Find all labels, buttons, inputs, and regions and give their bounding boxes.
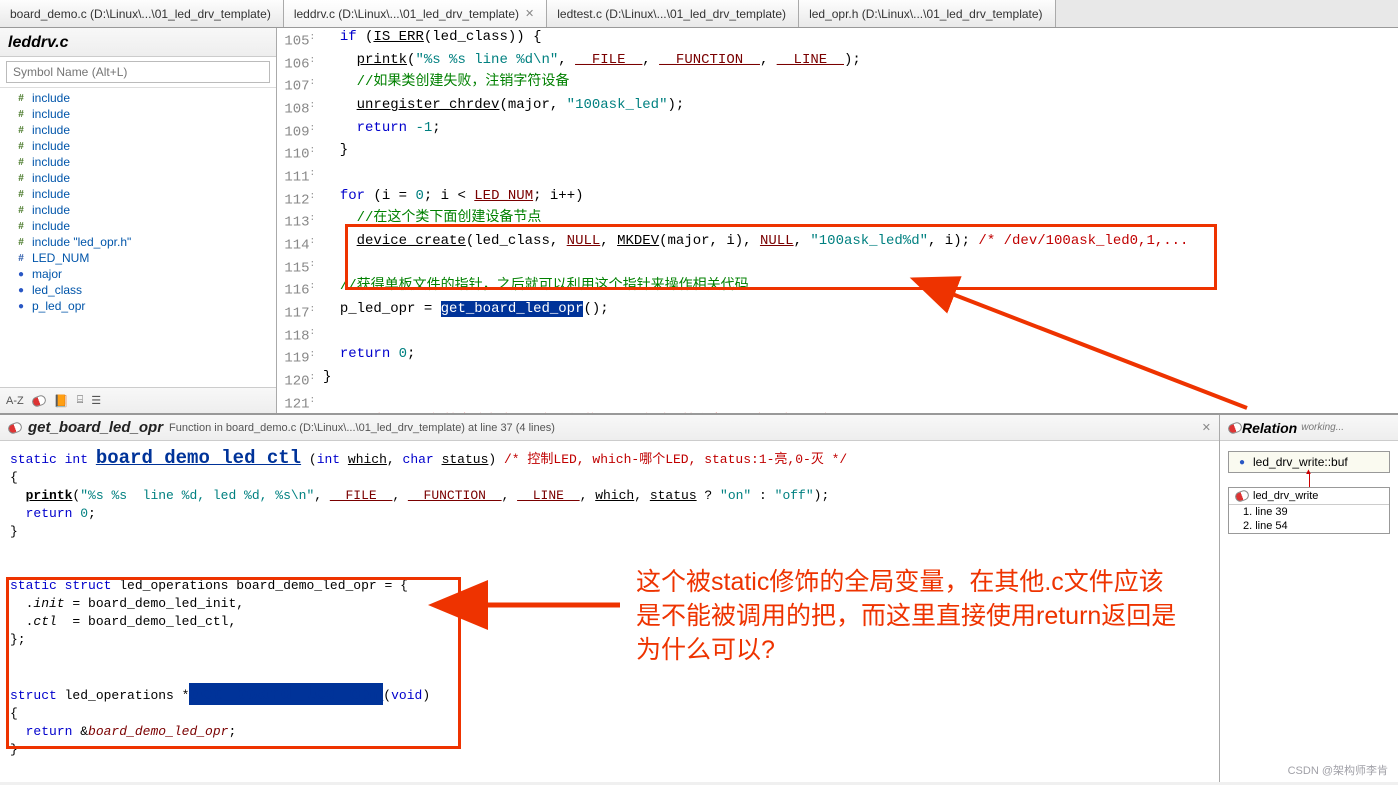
- symbol-item[interactable]: include "led_opr.h": [0, 234, 276, 250]
- sidebar-toolbar: A-Z: [0, 387, 276, 413]
- symbol-list[interactable]: include include include include include …: [0, 87, 276, 387]
- function-icon: [1234, 489, 1251, 503]
- code-line[interactable]: 114: device_create(led_class, NULL, MKDE…: [277, 232, 1398, 255]
- include-icon: [14, 155, 28, 169]
- include-icon: [14, 123, 28, 137]
- close-icon[interactable]: ✕: [525, 7, 534, 20]
- relation-list: led_drv_write 1. line 39 2. line 54: [1228, 487, 1390, 534]
- function-icon: [7, 420, 24, 434]
- symbol-item[interactable]: major: [0, 266, 276, 282]
- context-subtitle: Function in board_demo.c (D:\Linux\...\0…: [169, 422, 555, 434]
- sidebar-title: leddrv.c: [0, 28, 276, 57]
- top-panel: leddrv.c include include include include…: [0, 28, 1398, 413]
- symbol-item[interactable]: include: [0, 138, 276, 154]
- code-line[interactable]: 110: }: [277, 141, 1398, 164]
- variable-icon: [14, 299, 28, 313]
- code-line[interactable]: 116: //获得单板文件的指针，之后就可以利用这个指针来操作相关代码: [277, 277, 1398, 300]
- relation-header: Relation working...: [1220, 415, 1398, 441]
- code-line[interactable]: 106: printk("%s %s line %d\n", __FILE__,…: [277, 51, 1398, 74]
- code-line[interactable]: 108: unregister_chrdev(major, "100ask_le…: [277, 96, 1398, 119]
- code-line[interactable]: 113: //在这个类下面创建设备节点: [277, 209, 1398, 232]
- context-title: get_board_led_opr: [28, 419, 163, 436]
- symbol-item[interactable]: include: [0, 202, 276, 218]
- tab-board-demo[interactable]: board_demo.c (D:\Linux\...\01_led_drv_te…: [0, 0, 284, 27]
- variable-icon: [1235, 455, 1249, 469]
- file-tabs: board_demo.c (D:\Linux\...\01_led_drv_te…: [0, 0, 1398, 28]
- include-icon: [14, 139, 28, 153]
- symbol-sidebar: leddrv.c include include include include…: [0, 28, 277, 413]
- tree-icon[interactable]: [77, 394, 84, 407]
- code-line[interactable]: 119: return 0;: [277, 345, 1398, 368]
- include-icon: [14, 203, 28, 217]
- symbol-item[interactable]: include: [0, 170, 276, 186]
- code-line[interactable]: 117: p_led_opr = get_board_led_opr();: [277, 300, 1398, 323]
- symbol-item[interactable]: include: [0, 106, 276, 122]
- tab-leddrv[interactable]: leddrv.c (D:\Linux\...\01_led_drv_templa…: [284, 0, 547, 27]
- context-header: get_board_led_opr Function in board_demo…: [0, 415, 1219, 441]
- symbol-item[interactable]: include: [0, 218, 276, 234]
- define-icon: [14, 251, 28, 265]
- code-line[interactable]: 105: if (IS_ERR(led_class)) {: [277, 28, 1398, 51]
- symbol-item[interactable]: p_led_opr: [0, 298, 276, 314]
- tab-led-opr-h[interactable]: led_opr.h (D:\Linux\...\01_led_drv_templ…: [799, 0, 1055, 27]
- symbol-item[interactable]: include: [0, 122, 276, 138]
- include-icon: [14, 235, 28, 249]
- code-line[interactable]: 112: for (i = 0; i < LED_NUM; i++): [277, 187, 1398, 210]
- include-icon: [14, 91, 28, 105]
- pill-icon[interactable]: [30, 393, 47, 407]
- code-line[interactable]: 115:: [277, 255, 1398, 278]
- code-editor[interactable]: 105: if (IS_ERR(led_class)) {106: printk…: [277, 28, 1398, 413]
- relation-item[interactable]: 2. line 54: [1229, 519, 1389, 533]
- symbol-item[interactable]: include: [0, 90, 276, 106]
- symbol-item[interactable]: LED_NUM: [0, 250, 276, 266]
- relation-panel: Relation working... led_drv_write::buf l…: [1220, 415, 1398, 782]
- symbol-item[interactable]: led_class: [0, 282, 276, 298]
- symbol-item[interactable]: include: [0, 186, 276, 202]
- relation-connector: [1309, 473, 1310, 487]
- variable-icon: [14, 267, 28, 281]
- code-line[interactable]: 109: return -1;: [277, 119, 1398, 142]
- code-line[interactable]: 120:}: [277, 368, 1398, 391]
- symbol-search-input[interactable]: [6, 61, 270, 83]
- relation-icon: [1227, 420, 1244, 434]
- code-line[interactable]: 121:: [277, 391, 1398, 414]
- code-line[interactable]: 111:: [277, 164, 1398, 187]
- relation-list-header[interactable]: led_drv_write: [1229, 488, 1389, 505]
- book-icon[interactable]: [54, 394, 69, 408]
- include-icon: [14, 171, 28, 185]
- include-icon: [14, 219, 28, 233]
- bottom-panels: get_board_led_opr Function in board_demo…: [0, 413, 1398, 782]
- list-icon[interactable]: [91, 394, 101, 407]
- variable-icon: [14, 283, 28, 297]
- watermark: CSDN @架构师李肯: [1288, 762, 1388, 778]
- code-line[interactable]: 118:: [277, 323, 1398, 346]
- include-icon: [14, 107, 28, 121]
- tab-ledtest[interactable]: ledtest.c (D:\Linux\...\01_led_drv_templ…: [547, 0, 799, 27]
- annotation-text: 这个被static修饰的全局变量，在其他.c文件应该是不能被调用的把，而这里直接…: [636, 565, 1181, 667]
- sort-az-button[interactable]: A-Z: [6, 395, 24, 407]
- relation-graph: led_drv_write::buf led_drv_write 1. line…: [1228, 451, 1390, 534]
- relation-item[interactable]: 1. line 39: [1229, 505, 1389, 519]
- code-line[interactable]: 107: //如果类创建失败，注销字符设备: [277, 73, 1398, 96]
- include-icon: [14, 187, 28, 201]
- symbol-item[interactable]: include: [0, 154, 276, 170]
- context-panel: get_board_led_opr Function in board_demo…: [0, 415, 1220, 782]
- close-icon[interactable]: ✕: [1202, 421, 1211, 434]
